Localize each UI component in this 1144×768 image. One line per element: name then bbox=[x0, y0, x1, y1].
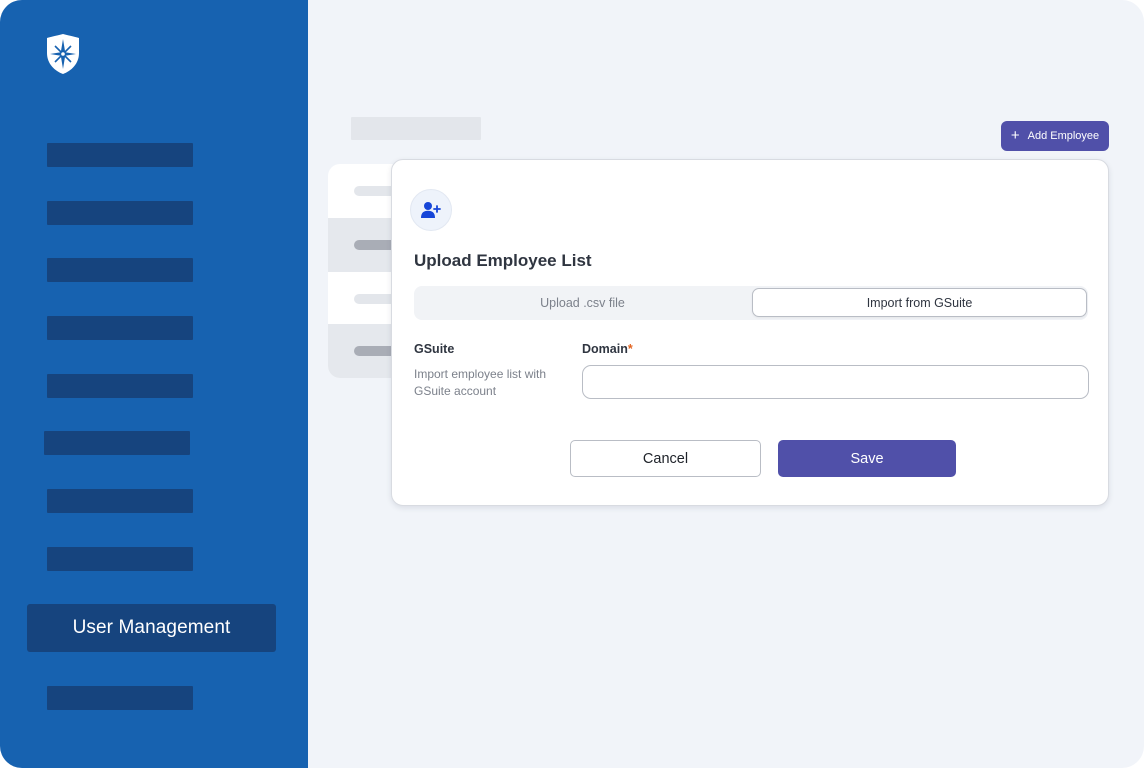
sidebar-item-placeholder[interactable] bbox=[47, 374, 193, 398]
domain-input[interactable] bbox=[582, 365, 1089, 399]
tab-upload-csv[interactable]: Upload .csv file bbox=[414, 286, 751, 320]
sidebar-item-label: User Management bbox=[72, 617, 231, 638]
sidebar: User Management bbox=[0, 0, 308, 768]
sidebar-item-placeholder[interactable] bbox=[44, 431, 190, 455]
import-method-tabs: Upload .csv file Import from GSuite bbox=[414, 286, 1088, 320]
sidebar-item-user-management[interactable]: User Management bbox=[27, 604, 276, 652]
section-description: Import employee list with GSuite account bbox=[414, 367, 547, 398]
user-plus-icon bbox=[410, 189, 452, 231]
plus-icon: + bbox=[1010, 127, 1020, 144]
sidebar-item-placeholder[interactable] bbox=[47, 143, 193, 167]
upload-employee-modal: Upload Employee List Upload .csv file Im… bbox=[391, 159, 1109, 506]
sidebar-item-placeholder[interactable] bbox=[47, 547, 193, 571]
section-label: GSuite bbox=[414, 342, 455, 356]
save-button[interactable]: Save bbox=[778, 440, 956, 477]
sidebar-item-placeholder[interactable] bbox=[47, 316, 193, 340]
sidebar-item-placeholder[interactable] bbox=[47, 489, 193, 513]
shield-compass-icon[interactable] bbox=[46, 33, 80, 75]
domain-label-text: Domain bbox=[582, 342, 628, 356]
tab-import-gsuite[interactable]: Import from GSuite bbox=[752, 288, 1087, 317]
sidebar-item-placeholder[interactable] bbox=[47, 258, 193, 282]
app-window: User Management + Add Employee Upload Em… bbox=[0, 0, 1144, 768]
required-marker: * bbox=[627, 342, 633, 356]
sidebar-item-placeholder[interactable] bbox=[47, 686, 193, 710]
sidebar-item-placeholder[interactable] bbox=[47, 201, 193, 225]
modal-title: Upload Employee List bbox=[414, 251, 592, 270]
domain-field-label: Domain* bbox=[582, 342, 633, 356]
add-employee-label: Add Employee bbox=[1027, 130, 1100, 142]
cancel-button[interactable]: Cancel bbox=[570, 440, 761, 477]
add-employee-button[interactable]: + Add Employee bbox=[1001, 121, 1109, 151]
page-title-placeholder bbox=[351, 117, 481, 140]
